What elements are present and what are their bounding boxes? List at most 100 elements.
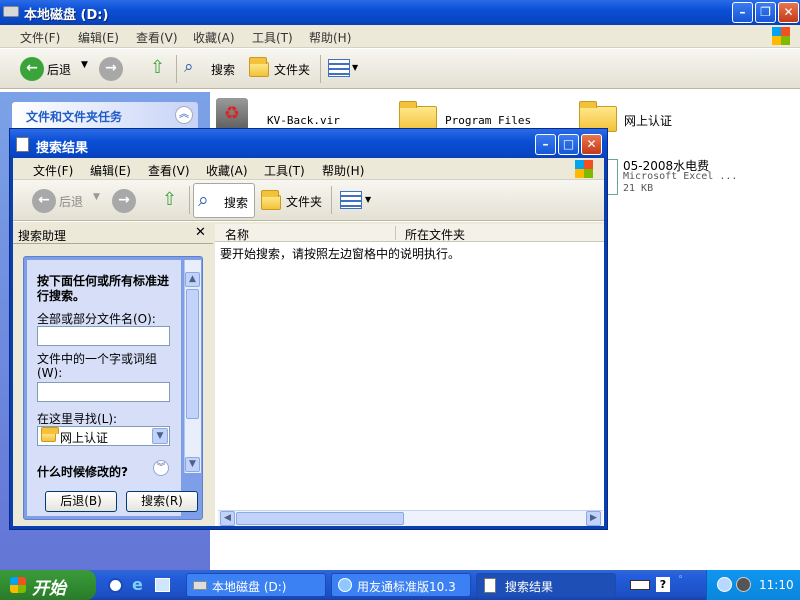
bg-search-label[interactable]: 搜索	[211, 61, 235, 78]
quicklaunch-media-icon[interactable]	[108, 578, 123, 593]
taskbar-button[interactable]: 用友通标准版10.3	[331, 573, 471, 597]
views-icon[interactable]	[340, 191, 362, 209]
bg-menu-help[interactable]: 帮助(H)	[309, 29, 351, 46]
collapse-chevron-icon[interactable]: ︽	[175, 106, 193, 124]
quicklaunch-ie-icon[interactable]: e	[132, 575, 143, 594]
assistant-back-button[interactable]: 后退(B)	[45, 491, 117, 512]
tray-options-icon[interactable]: ◦	[678, 573, 683, 583]
network-icon[interactable]	[717, 577, 732, 592]
keyboard-icon[interactable]	[630, 580, 650, 590]
search-label: 搜索	[224, 196, 249, 210]
quicklaunch-desktop-icon[interactable]	[155, 578, 170, 592]
bg-forward-icon[interactable]: →	[99, 57, 123, 81]
menu-edit[interactable]: 编辑(E)	[90, 162, 131, 179]
forward-icon[interactable]: →	[112, 189, 136, 213]
search-title-bar[interactable]: 搜索结果 – □ ✕	[10, 129, 607, 159]
column-name-header[interactable]: 名称	[225, 226, 249, 243]
taskbar-button[interactable]: 本地磁盘 (D:)	[186, 573, 326, 597]
expand-chevron-icon[interactable]: ︾	[153, 460, 169, 476]
chevron-down-icon[interactable]: ▼	[152, 428, 168, 444]
bg-up-folder-icon[interactable]: ⇧	[150, 57, 165, 78]
scroll-down-icon[interactable]: ▼	[185, 457, 200, 472]
task-panel-title: 文件和文件夹任务	[26, 110, 123, 124]
help-icon[interactable]: ?	[656, 577, 670, 592]
back-icon[interactable]: ←	[32, 189, 56, 213]
back-label[interactable]: 后退	[59, 193, 83, 210]
assistant-scroll-thumb[interactable]	[186, 289, 199, 419]
bg-menu-file[interactable]: 文件(F)	[20, 29, 60, 46]
menu-view[interactable]: 查看(V)	[148, 162, 190, 179]
look-in-select[interactable]: 网上认证 ▼	[37, 426, 170, 446]
bg-back-dropdown-icon[interactable]: ▼	[81, 60, 88, 70]
look-in-value: 网上认证	[60, 431, 109, 445]
bg-close-button[interactable]: ✕	[778, 2, 799, 23]
search-toolbar: ← 后退 ▼ → ⇧ ⌕ 搜索 文件夹 ▼	[13, 180, 604, 221]
file-name-input[interactable]	[37, 326, 170, 346]
assistant-search-button[interactable]: 搜索(R)	[126, 491, 198, 512]
file-name: 网上认证	[624, 114, 673, 128]
menu-help[interactable]: 帮助(H)	[322, 162, 364, 179]
column-folder-header[interactable]: 所在文件夹	[405, 226, 465, 243]
bg-menu-view[interactable]: 查看(V)	[136, 29, 178, 46]
task-panel-header[interactable]: 文件和文件夹任务 ︽	[12, 102, 198, 128]
bg-title-bar[interactable]: 本地磁盘 (D:) – ❐ ✕	[0, 0, 800, 25]
search-menubar: 文件(F) 编辑(E) 查看(V) 收藏(A) 工具(T) 帮助(H)	[13, 158, 604, 180]
assistant-scrollbar[interactable]: ▲ ▼	[184, 260, 201, 473]
menu-file[interactable]: 文件(F)	[33, 162, 73, 179]
search-toggle-button[interactable]: ⌕ 搜索	[193, 183, 255, 218]
when-modified-label[interactable]: 什么时候修改的?	[37, 463, 128, 480]
folders-label[interactable]: 文件夹	[286, 193, 322, 210]
bg-folders-icon[interactable]	[249, 57, 269, 77]
file-item[interactable]: 网上认证	[575, 96, 735, 132]
word-phrase-input[interactable]	[37, 382, 170, 402]
start-button[interactable]: 开始	[0, 570, 96, 600]
results-message: 要开始搜索，请按照左边窗格中的说明执行。	[220, 247, 461, 261]
bg-minimize-button[interactable]: –	[732, 2, 753, 23]
bg-folders-label[interactable]: 文件夹	[274, 61, 310, 78]
search-icon: ⌕	[198, 189, 209, 211]
search-assistant-panel: 按下面任何或所有标准进行搜索。 全部或部分文件名(O): 文件中的一个字或词组(…	[23, 256, 203, 520]
name-label: 全部或部分文件名(O):	[37, 312, 156, 326]
menu-favorites[interactable]: 收藏(A)	[206, 162, 248, 179]
scroll-left-icon[interactable]: ◀	[220, 511, 235, 526]
assistant-close-icon[interactable]: ✕	[195, 225, 206, 240]
menu-tools[interactable]: 工具(T)	[264, 162, 305, 179]
taskbar-button[interactable]: 搜索结果	[476, 573, 616, 597]
horizontal-scrollbar[interactable]: ◀ ▶	[218, 510, 603, 526]
bg-views-icon[interactable]	[328, 59, 350, 77]
bg-menu-edit[interactable]: 编辑(E)	[78, 29, 119, 46]
file-item[interactable]: Program Files	[395, 96, 555, 132]
scroll-thumb[interactable]	[236, 512, 404, 525]
search-close-button[interactable]: ✕	[581, 134, 602, 155]
folders-icon[interactable]	[261, 190, 281, 210]
scroll-up-icon[interactable]: ▲	[185, 272, 200, 287]
search-window-title: 搜索结果	[36, 141, 89, 156]
app-icon	[338, 578, 352, 592]
security-icon[interactable]	[736, 577, 751, 592]
bg-maximize-button[interactable]: ❐	[755, 2, 776, 23]
search-minimize-button[interactable]: –	[535, 134, 556, 155]
assistant-form: 按下面任何或所有标准进行搜索。 全部或部分文件名(O): 文件中的一个字或词组(…	[27, 260, 181, 516]
bg-menu-favorites[interactable]: 收藏(A)	[193, 29, 235, 46]
up-folder-icon[interactable]: ⇧	[162, 189, 177, 210]
search-maximize-button[interactable]: □	[558, 134, 579, 155]
file-name: Program Files	[445, 114, 532, 127]
back-dropdown-icon[interactable]: ▼	[93, 192, 100, 202]
scroll-right-icon[interactable]: ▶	[586, 511, 601, 526]
file-item[interactable]: ♻ KV-Back.vir	[212, 96, 372, 130]
clock[interactable]: 11:10	[759, 578, 794, 592]
windows-flag-icon	[10, 577, 26, 593]
bg-views-dropdown-icon[interactable]: ▼	[352, 63, 358, 72]
file-type: Microsoft Excel ...	[623, 171, 738, 182]
search-doc-icon	[484, 578, 496, 593]
taskbar-button-label: 用友通标准版10.3	[357, 580, 456, 594]
bg-back-label[interactable]: 后退	[47, 61, 71, 78]
views-dropdown-icon[interactable]: ▼	[365, 195, 371, 204]
bg-menu-tools[interactable]: 工具(T)	[252, 29, 293, 46]
file-item[interactable]: 05-2008水电费 Microsoft Excel ... 21 KB	[608, 155, 798, 199]
bg-back-icon[interactable]: ←	[20, 57, 44, 81]
bg-search-icon[interactable]: ⌕	[184, 57, 194, 77]
taskbar-button-label: 本地磁盘 (D:)	[212, 580, 287, 594]
drive-icon	[3, 6, 19, 17]
look-in-label: 在这里寻找(L):	[37, 412, 118, 426]
